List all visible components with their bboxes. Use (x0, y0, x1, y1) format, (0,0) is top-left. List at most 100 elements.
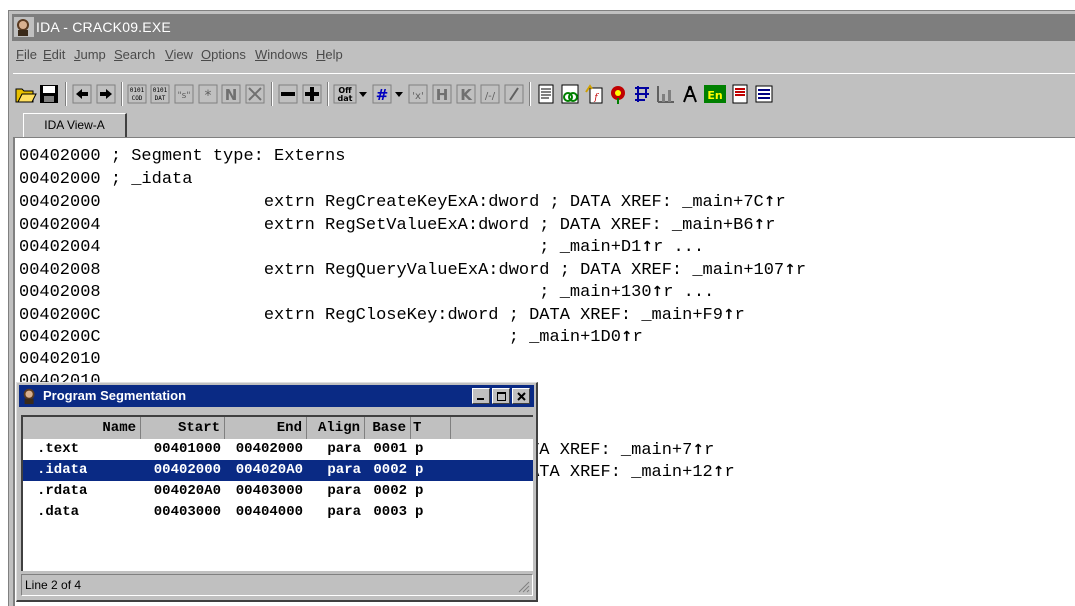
data-icon[interactable]: 0101 DAT (149, 83, 171, 105)
collapse-icon[interactable] (277, 83, 299, 105)
cell-name: .text (37, 441, 80, 457)
table-row[interactable]: .idata 00402000 004020A0 para 0002 p (23, 460, 533, 481)
xref-suffix: r (724, 463, 735, 482)
resize-grip-icon[interactable] (518, 581, 530, 593)
undefine-icon[interactable] (244, 83, 266, 105)
code-line[interactable]: 0040200C extrn RegCloseKey:dword ; DATA … (19, 304, 806, 327)
line-instruction: extrn RegSetValueExA:dword ; DATA XREF: … (100, 215, 754, 235)
xref-suffix: r (734, 305, 745, 325)
xref-up-arrow-icon: ↑ (692, 441, 705, 458)
svg-text:0101: 0101 (153, 87, 168, 94)
expand-icon[interactable] (301, 83, 323, 105)
key-icon[interactable]: K (455, 83, 477, 105)
char-icon[interactable]: 'x' (407, 83, 429, 105)
en-icon[interactable]: En (703, 83, 727, 105)
column-header-align[interactable]: Align (307, 417, 365, 439)
minimize-button[interactable] (472, 388, 490, 404)
forward-icon[interactable] (95, 83, 117, 105)
line-instruction: ; _main+1D0 (100, 328, 621, 347)
offset-icon[interactable]: Off dat (333, 83, 357, 105)
menu-search[interactable]: Search (114, 43, 155, 67)
program-segmentation-window[interactable]: Program Segmentation Name Start End Alig… (16, 382, 538, 602)
xref-suffix: r (632, 328, 643, 347)
array-icon[interactable]: * (197, 83, 219, 105)
column-header-name[interactable]: Name (23, 417, 141, 439)
line-instruction: extrn RegCreateKeyExA:dword ; DATA XREF:… (100, 193, 764, 212)
menu-view[interactable]: View (165, 43, 193, 67)
ida-app-icon (14, 17, 34, 37)
table-row[interactable]: .rdata 004020A0 00403000 para 0002 p (23, 481, 533, 502)
title-bar[interactable]: IDA - CRACK09.EXE (12, 14, 1075, 41)
code-line[interactable]: 00402004 ; _main+D1↑r ... (19, 236, 806, 259)
column-header-start[interactable]: Start (141, 417, 225, 439)
svg-text:0101: 0101 (130, 87, 145, 94)
menu-edit[interactable]: Edit (43, 43, 65, 67)
column-header-end[interactable]: End (225, 417, 307, 439)
text-window-icon[interactable] (535, 83, 557, 105)
table-row[interactable]: .text 00401000 00402000 para 0001 p (23, 439, 533, 460)
code-line[interactable]: 00402000 extrn RegCreateKeyExA:dword ; D… (19, 191, 806, 214)
comment-icon[interactable] (503, 83, 525, 105)
code-line[interactable]: 00402000 ; _idata (19, 169, 806, 192)
flag-icon[interactable] (607, 83, 629, 105)
chevron-down-icon[interactable] (394, 83, 404, 105)
close-button[interactable] (512, 388, 530, 404)
cell-align: para (327, 504, 361, 520)
close-icon (516, 391, 526, 401)
number-icon[interactable]: # (371, 83, 393, 105)
code-line[interactable]: 00402008 extrn RegQueryValueExA:dword ; … (19, 259, 806, 282)
menu-help[interactable]: Help (316, 43, 343, 67)
back-icon[interactable] (71, 83, 93, 105)
menu-windows[interactable]: Windows (255, 43, 308, 67)
code-line[interactable]: 00402000 ; Segment type: Externs (19, 146, 806, 169)
cell-name: .rdata (37, 483, 88, 499)
line-address: 00402000 (19, 193, 101, 212)
code-line[interactable]: 00402008 ; _main+130↑r ... (19, 281, 806, 304)
struct-icon[interactable] (631, 83, 653, 105)
list-icon[interactable] (753, 83, 775, 105)
analyze-icon[interactable] (679, 83, 701, 105)
dialog-title-bar[interactable]: Program Segmentation (19, 385, 534, 407)
maximize-button[interactable] (492, 388, 510, 404)
svg-text:/-/: /-/ (485, 91, 496, 102)
en-label: En (707, 89, 722, 102)
xref-up-arrow-icon: ↑ (763, 194, 776, 210)
code-line[interactable]: 00402004 extrn RegSetValueExA:dword ; DA… (19, 214, 806, 237)
menu-file[interactable]: File (16, 43, 37, 67)
code-line[interactable]: 00402010 (19, 349, 806, 372)
column-header-type[interactable]: T (411, 417, 451, 439)
code-icon[interactable]: 0101 COD (126, 83, 148, 105)
hex-icon[interactable]: H (431, 83, 453, 105)
string-icon[interactable]: "s" (173, 83, 195, 105)
menu-options[interactable]: Options (201, 43, 246, 67)
chart-icon[interactable] (655, 83, 677, 105)
line-address: 00402004 (19, 238, 101, 257)
cell-base: 0002 (373, 483, 407, 499)
svg-text:H: H (436, 86, 449, 104)
cell-align: para (327, 483, 361, 499)
cell-name: .idata (37, 462, 88, 478)
xref-icon[interactable] (559, 83, 581, 105)
line-instruction: extrn RegCloseKey:dword ; DATA XREF: _ma… (100, 305, 723, 325)
chevron-down-icon[interactable] (358, 83, 368, 105)
xref-up-arrow-icon: ↑ (651, 284, 664, 300)
svg-text:*: * (205, 88, 212, 104)
line-instruction: ; _main+D1 (100, 238, 642, 257)
enum-icon[interactable]: /-/ (479, 83, 501, 105)
cell-end: 00403000 (235, 483, 303, 499)
line-address: 00402008 (19, 283, 101, 302)
save-icon[interactable] (38, 83, 60, 105)
menu-jump[interactable]: Jump (74, 43, 106, 67)
open-file-icon[interactable] (15, 83, 37, 105)
segments-table[interactable]: Name Start End Align Base T .text 0040100… (21, 415, 533, 571)
line-address: 00402010 (19, 349, 101, 369)
name-icon[interactable]: N (220, 83, 242, 105)
text-icon[interactable] (729, 83, 751, 105)
tab-ida-view-a[interactable]: IDA View-A (23, 113, 127, 138)
table-row[interactable]: .data 00403000 00404000 para 0003 p (23, 502, 533, 523)
toolbar-separator (65, 82, 67, 106)
column-header-base[interactable]: Base (365, 417, 411, 439)
jump-function-icon[interactable]: f (583, 83, 605, 105)
line-address: 0040200C (19, 328, 101, 347)
code-line[interactable]: 0040200C ; _main+1D0↑r (19, 326, 806, 349)
